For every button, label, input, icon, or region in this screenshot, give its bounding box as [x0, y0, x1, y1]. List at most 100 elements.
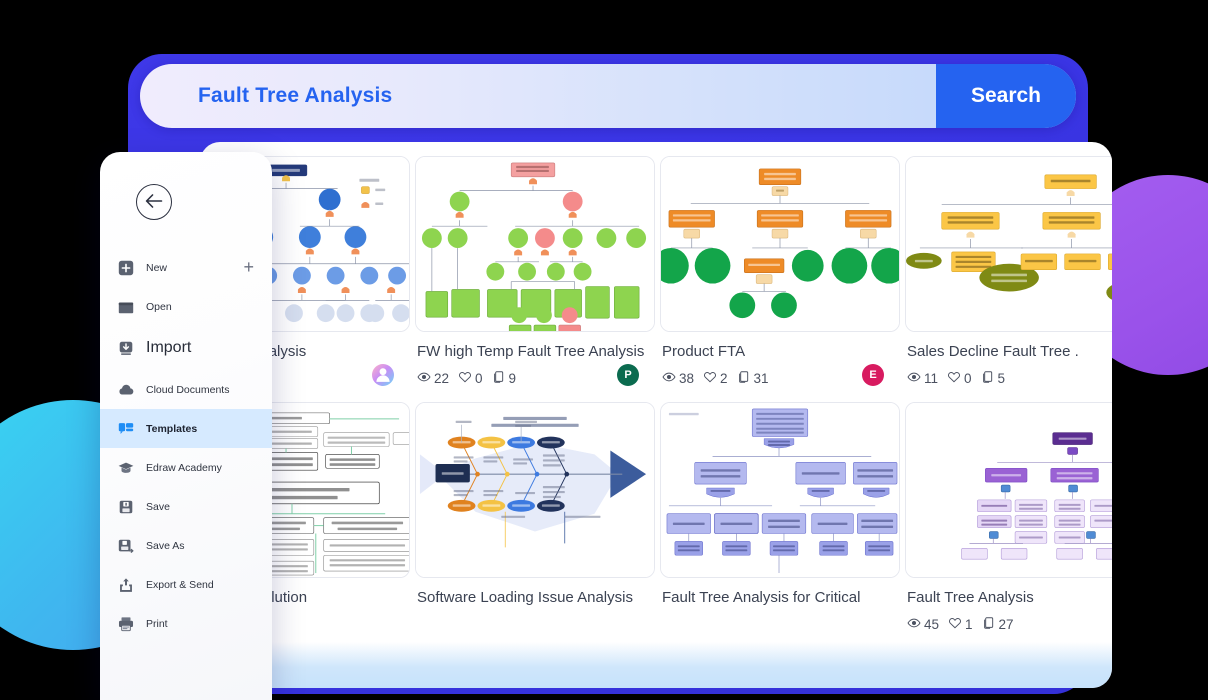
sidebar-item-open[interactable]: Open: [100, 287, 272, 326]
sidebar-item-label: Import: [146, 339, 192, 356]
copy-count: 27: [982, 616, 1014, 633]
copy-count: 31: [737, 370, 769, 387]
like-count: 1: [948, 616, 973, 633]
sidebar-item-label: Print: [146, 617, 168, 630]
template-thumbnail-green-pink-fault-tree[interactable]: [415, 156, 655, 332]
sidebar-item-label: Export & Send: [146, 578, 214, 591]
heart-icon: [703, 370, 717, 387]
like-count-value: 0: [475, 370, 483, 386]
template-card[interactable]: Fault Tree Analysis 45 1 27: [905, 402, 1112, 636]
eye-icon: [662, 370, 676, 387]
arrow-left-icon: [145, 193, 163, 211]
graduation-cap-icon: [116, 458, 136, 478]
sidebar-item-new[interactable]: New +: [100, 248, 272, 287]
sidebar-item-edraw-academy[interactable]: Edraw Academy: [100, 448, 272, 487]
save-icon: [116, 497, 136, 517]
copy-count-value: 27: [998, 616, 1014, 632]
like-count: 0: [947, 370, 972, 387]
template-title: Fault Tree Analysis: [907, 589, 1034, 606]
heart-icon: [947, 370, 961, 387]
templates-content-area: l Fault Tree Analysis12FW high Temp Faul…: [200, 142, 1112, 688]
template-meta: 45 1 27: [907, 612, 1112, 636]
duplicate-icon: [982, 616, 996, 633]
export-icon: [116, 575, 136, 595]
template-title: Fault Tree Analysis for Critical: [662, 589, 861, 606]
template-meta: 22 0 9 P: [417, 364, 653, 390]
template-meta: 11 0 5: [907, 366, 1112, 390]
copy-count-value: 5: [997, 370, 1006, 386]
copy-count-value: 31: [753, 370, 769, 386]
template-card[interactable]: Software Loading Issue Analysis: [415, 402, 655, 636]
eye-icon: [417, 370, 431, 387]
template-thumbnail-fishbone-diagram[interactable]: [415, 402, 655, 578]
template-meta: [417, 612, 653, 636]
view-count: 38: [662, 370, 694, 387]
heart-icon: [948, 616, 962, 633]
cloud-icon: [116, 380, 136, 400]
like-count: 0: [458, 370, 483, 387]
search-input[interactable]: [198, 84, 936, 108]
duplicate-icon: [737, 370, 751, 387]
like-count-value: 1: [965, 616, 973, 632]
avatar[interactable]: P: [617, 364, 639, 386]
sidebar-item-import[interactable]: Import: [100, 326, 272, 370]
view-count-value: 11: [924, 370, 939, 386]
like-count: 2: [703, 370, 728, 387]
avatar[interactable]: [372, 364, 394, 386]
sidebar-item-templates[interactable]: Templates: [100, 409, 272, 448]
template-title: Sales Decline Fault Tree .: [907, 343, 1079, 360]
plus-icon[interactable]: +: [243, 258, 254, 276]
like-count-value: 0: [964, 370, 972, 386]
search-input-wrapper: [140, 64, 936, 128]
template-thumbnail-orange-green-fta[interactable]: [660, 156, 900, 332]
template-meta: [662, 612, 898, 636]
view-count-value: 45: [924, 616, 940, 632]
sidebar-panel: New + Open Import Cloud Documents Templates Ed…: [100, 152, 272, 700]
sidebar-item-print[interactable]: Print: [100, 604, 272, 643]
search-bar: Search: [140, 64, 1076, 128]
eye-icon: [907, 370, 921, 387]
bottom-fade-overlay: [200, 642, 1112, 688]
copy-count: 9: [492, 370, 517, 387]
template-card[interactable]: FW high Temp Fault Tree Analysis 22 0 9 P: [415, 156, 655, 390]
view-count: 11: [907, 370, 938, 387]
template-title: Software Loading Issue Analysis: [417, 589, 633, 606]
folder-icon: [116, 297, 136, 317]
template-thumbnail-yellow-olive-fault-tree[interactable]: [905, 156, 1112, 332]
sidebar-item-save-as[interactable]: Save As: [100, 526, 272, 565]
sidebar-item-label: New: [146, 261, 168, 274]
template-thumbnail-purple-fault-tree[interactable]: [905, 402, 1112, 578]
heart-icon: [458, 370, 472, 387]
sidebar-item-cloud-documents[interactable]: Cloud Documents: [100, 370, 272, 409]
search-button[interactable]: Search: [936, 64, 1076, 128]
printer-icon: [116, 614, 136, 634]
save-as-icon: [116, 536, 136, 556]
sidebar-item-label: Templates: [146, 422, 198, 435]
view-count: 45: [907, 616, 939, 633]
templates-icon: [116, 419, 136, 439]
template-card[interactable]: Sales Decline Fault Tree . 11 0 5: [905, 156, 1112, 390]
template-title: Product FTA: [662, 343, 746, 360]
copy-count-value: 9: [508, 370, 517, 386]
templates-scroll-region[interactable]: l Fault Tree Analysis12FW high Temp Faul…: [200, 142, 1112, 688]
sidebar-item-save[interactable]: Save: [100, 487, 272, 526]
sidebar-item-label: Save As: [146, 539, 185, 552]
view-count-value: 22: [434, 370, 450, 386]
view-count-value: 38: [679, 370, 695, 386]
import-icon: [116, 338, 136, 358]
avatar[interactable]: E: [862, 364, 884, 386]
template-grid: l Fault Tree Analysis12FW high Temp Faul…: [200, 156, 1112, 636]
template-thumbnail-blue-power-fault-tree[interactable]: [660, 402, 900, 578]
template-card[interactable]: Fault Tree Analysis for Critical: [660, 402, 900, 636]
duplicate-icon: [492, 370, 506, 387]
template-title: FW high Temp Fault Tree Analysis: [417, 343, 645, 360]
new-document-icon: [116, 258, 136, 278]
template-card[interactable]: Product FTA 38 2 31 E: [660, 156, 900, 390]
sidebar-item-label: Open: [146, 300, 172, 313]
eye-icon: [907, 616, 921, 633]
template-meta: 38 2 31 E: [662, 364, 898, 390]
sidebar-item-label: Save: [146, 500, 170, 513]
sidebar-item-export-send[interactable]: Export & Send: [100, 565, 272, 604]
back-button[interactable]: [136, 184, 172, 220]
view-count: 22: [417, 370, 449, 387]
